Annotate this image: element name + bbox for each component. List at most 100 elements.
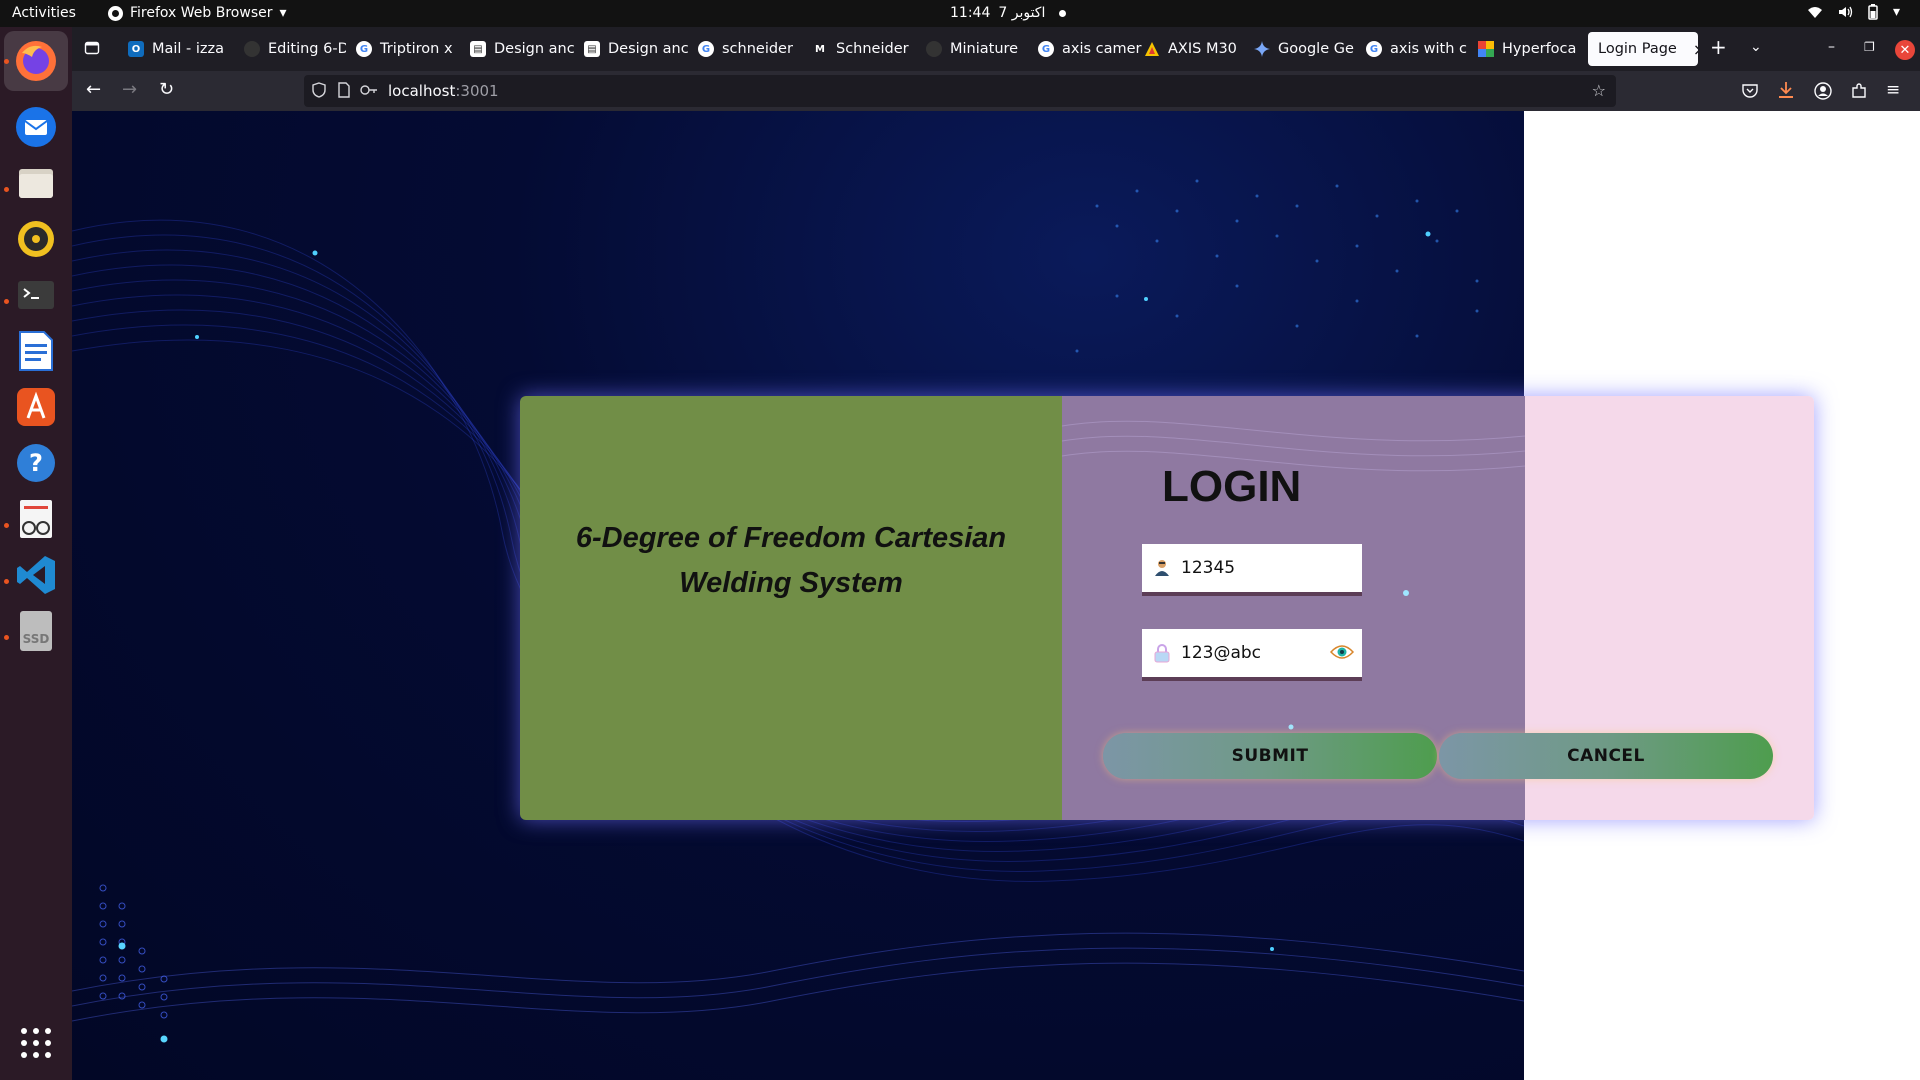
app-center-icon	[17, 388, 55, 426]
gmail-icon: M	[815, 43, 825, 55]
cancel-button[interactable]: CANCEL	[1439, 733, 1773, 779]
dock-ssd-drive[interactable]: SSD	[12, 607, 60, 655]
dock-firefox[interactable]	[4, 31, 68, 91]
new-tab-button[interactable]: +	[1710, 35, 1727, 59]
user-icon	[1151, 559, 1173, 577]
tab-design-2[interactable]: ▤ Design anc	[578, 32, 688, 66]
battery-icon	[1868, 4, 1878, 20]
submit-button[interactable]: SUBMIT	[1103, 733, 1437, 779]
google-icon: G	[1366, 41, 1382, 57]
tab-hyperfocal[interactable]: Hyperfoca	[1472, 32, 1582, 66]
tab-axis-m30[interactable]: AXIS M30	[1138, 32, 1248, 66]
tab-login-page[interactable]: Login Page ×	[1588, 32, 1698, 66]
terminal-icon	[18, 281, 54, 309]
dropdown-arrow-icon: ▾	[279, 5, 287, 21]
clock[interactable]: 11:44 7 اکتوبر	[950, 5, 1067, 21]
tab-schneider-search[interactable]: G schneider	[692, 32, 802, 66]
forward-button[interactable]: →	[122, 80, 137, 100]
hyperfocal-icon	[1478, 41, 1494, 57]
url-port: :3001	[455, 82, 499, 100]
tab-schneider-mail[interactable]: M Schneider	[806, 32, 916, 66]
glow-dot	[160, 1035, 168, 1043]
username-field[interactable]	[1142, 544, 1362, 596]
help-icon: ?	[17, 444, 55, 482]
username-input[interactable]	[1181, 558, 1321, 578]
firefox-icon	[16, 41, 56, 81]
activities-button[interactable]: Activities	[12, 5, 76, 21]
rhythmbox-icon	[18, 221, 54, 257]
glow-dot	[118, 942, 126, 950]
minimize-window-button[interactable]: –	[1828, 39, 1835, 55]
running-indicator	[4, 59, 9, 64]
system-title: 6-Degree of Freedom Cartesian Welding Sy…	[575, 522, 1007, 599]
docs-icon: ▤	[470, 41, 486, 57]
dock-thunderbird[interactable]	[12, 103, 60, 151]
notification-dot-icon	[1059, 9, 1067, 17]
extensions-puzzle-icon[interactable]	[1850, 82, 1868, 100]
close-tab-icon[interactable]: ×	[1693, 40, 1698, 59]
app-menu[interactable]: Firefox Web Browser ▾	[108, 5, 287, 21]
firefox-view-icon[interactable]	[84, 40, 100, 56]
axis-icon	[1145, 42, 1159, 56]
libreoffice-writer-icon	[19, 331, 53, 371]
dock-terminal[interactable]	[12, 271, 60, 319]
clock-date: 7 اکتوبر	[998, 5, 1046, 21]
system-tray[interactable]: ▾	[1807, 4, 1900, 20]
github-icon	[244, 41, 260, 57]
running-indicator	[4, 579, 9, 584]
dock-rhythmbox[interactable]	[12, 215, 60, 263]
pocket-icon[interactable]	[1742, 83, 1758, 98]
outlook-icon: O	[128, 41, 144, 57]
svg-text:SSD: SSD	[23, 632, 50, 646]
dock: ? SSD	[0, 27, 72, 1080]
tab-axis-with[interactable]: G axis with c	[1360, 32, 1470, 66]
tab-google-gemini[interactable]: Google Ge	[1248, 32, 1358, 66]
password-field[interactable]	[1142, 629, 1362, 681]
bookmark-star-icon[interactable]: ☆	[1592, 81, 1606, 100]
volume-icon	[1838, 6, 1853, 18]
power-menu-arrow-icon: ▾	[1892, 4, 1900, 20]
tab-axis-camera[interactable]: G axis camer	[1032, 32, 1142, 66]
running-indicator	[4, 635, 9, 640]
files-icon	[19, 169, 53, 198]
back-button[interactable]: ←	[86, 80, 101, 100]
browser-tab-bar: O Mail - izza Editing 6-D G Triptiron x …	[72, 27, 1920, 71]
url-bar[interactable]: localhost:3001 ☆	[304, 75, 1616, 107]
tab-triptiron[interactable]: G Triptiron x	[350, 32, 460, 66]
hamburger-menu-icon[interactable]: ≡	[1886, 80, 1900, 100]
dock-writer[interactable]	[12, 327, 60, 375]
clock-time: 11:44	[950, 5, 991, 21]
tracking-protection-shield-icon[interactable]	[312, 82, 326, 98]
dock-vscode[interactable]	[12, 551, 60, 599]
dock-help[interactable]: ?	[12, 439, 60, 487]
drive-icon: SSD	[20, 611, 52, 651]
restore-window-button[interactable]: ❐	[1864, 40, 1875, 54]
list-all-tabs-chevron-icon[interactable]: ⌄	[1750, 39, 1762, 55]
dock-document-viewer[interactable]	[12, 495, 60, 543]
downloads-icon[interactable]	[1778, 81, 1794, 99]
close-window-button[interactable]: ✕	[1895, 40, 1915, 60]
wifi-icon	[1807, 7, 1822, 18]
show-password-eye-icon[interactable]	[1329, 644, 1355, 664]
tab-editing[interactable]: Editing 6-D	[238, 32, 346, 66]
url-text: localhost:3001	[388, 82, 499, 100]
browser-nav-bar: ← → ↻ localhost:3001 ☆ ≡	[72, 71, 1920, 111]
show-apps-grid-icon[interactable]	[21, 1028, 51, 1058]
app-menu-label: Firefox Web Browser	[130, 5, 273, 21]
login-heading: LOGIN	[1162, 462, 1302, 511]
key-icon[interactable]	[360, 84, 378, 96]
password-input[interactable]	[1181, 643, 1321, 663]
gemini-icon	[1254, 41, 1270, 57]
reload-button[interactable]: ↻	[159, 80, 174, 100]
github-icon	[926, 41, 942, 57]
dock-app-center[interactable]	[12, 383, 60, 431]
account-icon[interactable]	[1814, 82, 1832, 100]
dock-files[interactable]	[12, 159, 60, 207]
google-icon: G	[356, 41, 372, 57]
tab-miniature[interactable]: Miniature	[920, 32, 1030, 66]
tab-design-1[interactable]: ▤ Design anc	[464, 32, 574, 66]
page-info-icon[interactable]	[338, 82, 350, 98]
url-host: localhost	[388, 82, 456, 100]
tab-mail[interactable]: O Mail - izza	[122, 32, 234, 66]
svg-text:?: ?	[29, 449, 43, 477]
